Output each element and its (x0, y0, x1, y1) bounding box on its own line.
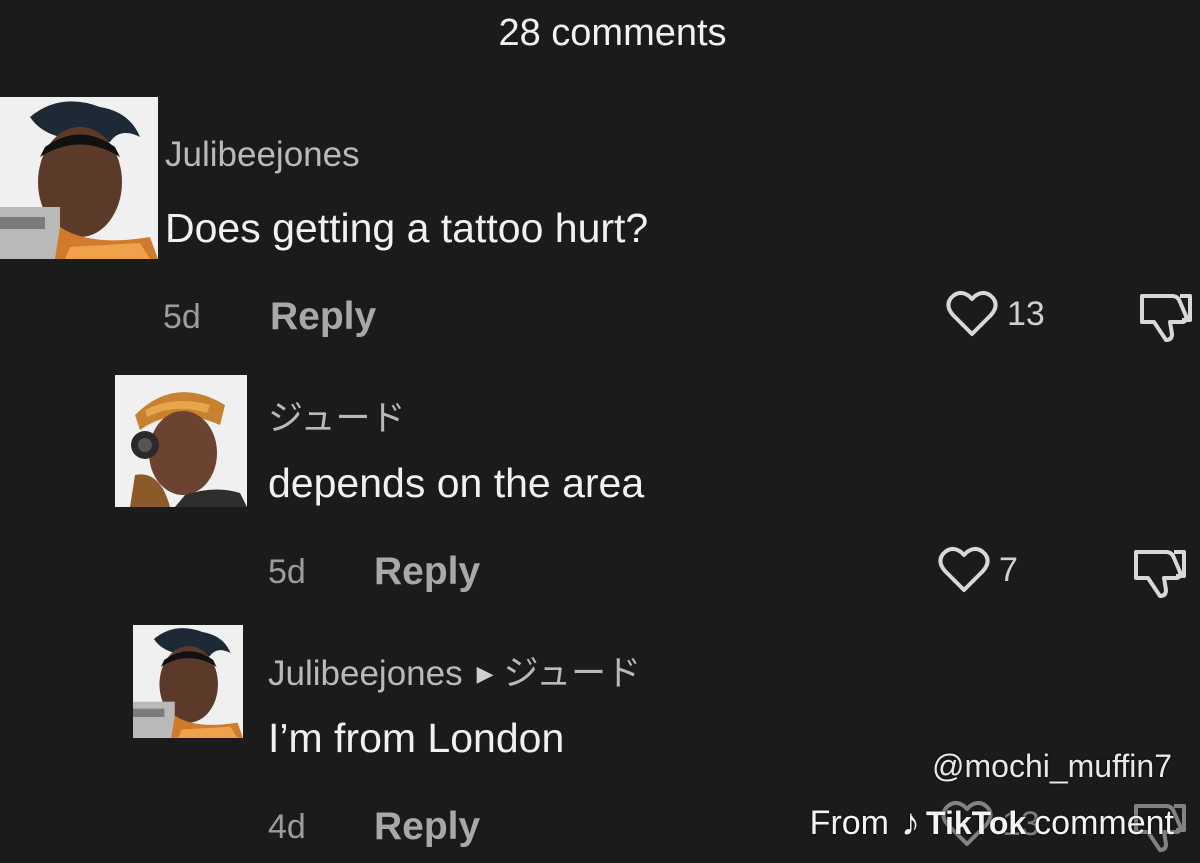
like-count: 7 (999, 550, 1018, 589)
reply-to-username: ジュード (503, 654, 642, 693)
comments-count-title: 28 comments (498, 12, 727, 54)
reply-button[interactable]: Reply (374, 550, 480, 594)
thumbs-down-icon (1134, 550, 1186, 598)
heart-icon (946, 291, 998, 336)
avatar[interactable] (133, 625, 243, 738)
heart-icon (938, 547, 990, 592)
comment-text: I’m from London (268, 715, 565, 761)
like-count: 13 (1007, 294, 1045, 333)
watermark-source: From ♪ TikTok comment (810, 802, 1174, 845)
comment-timestamp: 5d (268, 553, 306, 591)
dislike-button[interactable] (1130, 546, 1188, 605)
avatar-portrait-icon (133, 625, 243, 738)
watermark-brand: TikTok (926, 805, 1027, 841)
thumbs-down-icon (1140, 294, 1192, 342)
avatar-portrait-icon (115, 375, 247, 507)
comment-text: depends on the area (268, 460, 645, 506)
comment-username[interactable]: Julibeejones ▶ ジュード (268, 645, 641, 696)
reply-button[interactable]: Reply (270, 295, 376, 339)
comment-timestamp: 4d (268, 808, 306, 846)
comment-username-text: Julibeejones (268, 654, 463, 693)
watermark-from-label: From (809, 804, 889, 842)
watermark-suffix: comment (1034, 804, 1174, 842)
comment-text: Does getting a tattoo hurt? (165, 205, 649, 251)
avatar[interactable] (0, 97, 158, 259)
dislike-button[interactable] (1136, 290, 1194, 349)
reply-arrow-icon: ▶ (476, 661, 494, 686)
watermark-handle: @mochi_muffin7 (932, 748, 1172, 784)
comment-username[interactable]: ジュード (268, 390, 406, 441)
avatar-portrait-icon (0, 97, 158, 259)
tiktok-logo-icon: ♪ (901, 802, 920, 844)
comment-username[interactable]: Julibeejones (165, 135, 360, 175)
like-button[interactable]: 13 (945, 290, 1045, 338)
reply-button[interactable]: Reply (374, 805, 480, 849)
comment-timestamp: 5d (163, 298, 201, 336)
like-button[interactable]: 7 (937, 546, 1018, 594)
avatar[interactable] (115, 375, 247, 507)
